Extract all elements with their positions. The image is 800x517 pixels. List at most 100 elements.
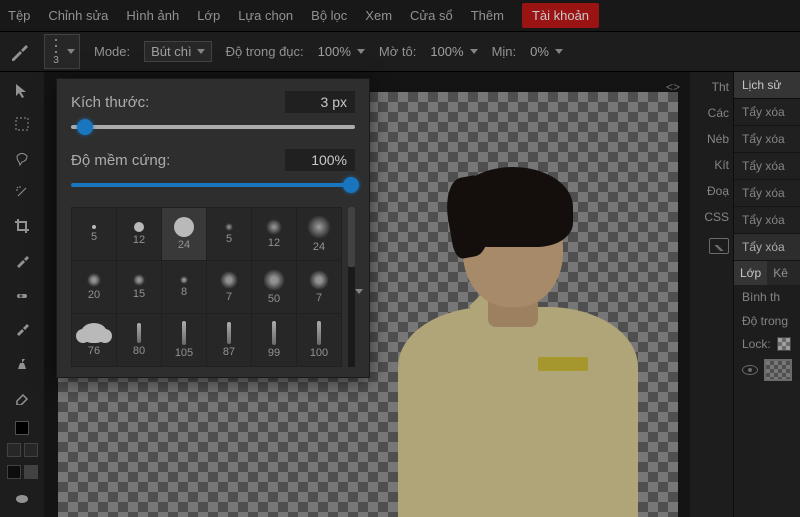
history-item[interactable]: Tẩy xóa: [734, 153, 800, 180]
menu-more[interactable]: Thêm: [471, 8, 504, 23]
chevron-down-icon[interactable]: [470, 49, 478, 54]
move-tool[interactable]: [7, 76, 37, 104]
history-item[interactable]: Tẩy xóa: [734, 234, 800, 261]
brush-swatch-icon: [227, 322, 231, 344]
menu-edit[interactable]: Chỉnh sửa: [48, 8, 108, 23]
brush-swatch-icon: [133, 274, 145, 286]
eyedropper-tool[interactable]: [7, 246, 37, 274]
menu-file[interactable]: Tệp: [8, 8, 30, 23]
mini-panel[interactable]: Các: [708, 106, 729, 120]
crop-tool[interactable]: [7, 212, 37, 240]
marquee-tool[interactable]: [7, 110, 37, 138]
brush-size-indicator: 3: [53, 55, 59, 66]
scrollbar[interactable]: [348, 207, 355, 367]
menu-layer[interactable]: Lớp: [197, 8, 220, 23]
brush-preset[interactable]: 24: [297, 208, 341, 260]
brush-size-number: 24: [313, 241, 325, 253]
brush-size-number: 76: [88, 345, 100, 357]
history-item[interactable]: Tẩy xóa: [734, 126, 800, 153]
brush-preset[interactable]: 105: [162, 314, 206, 366]
embed-icon[interactable]: <>: [666, 80, 680, 94]
history-item[interactable]: Tẩy xóa: [734, 207, 800, 234]
tab-channels[interactable]: Kê: [767, 261, 800, 285]
brush-preset[interactable]: 12: [252, 208, 296, 260]
layer-opacity[interactable]: Độ trong: [734, 309, 800, 333]
brush-size-number: 80: [133, 345, 145, 357]
brush-size-number: 12: [133, 234, 145, 246]
menu-image[interactable]: Hình ảnh: [126, 8, 179, 23]
visibility-icon[interactable]: [742, 365, 758, 375]
brush-preset-grid: 512245122420158750776801058799100: [71, 207, 342, 367]
brush-preset[interactable]: 99: [252, 314, 296, 366]
brush-preset[interactable]: 76: [72, 314, 116, 366]
brush-size-number: 8: [181, 286, 187, 298]
mode-select[interactable]: Bút chì: [144, 41, 211, 62]
history-item[interactable]: Tẩy xóa: [734, 180, 800, 207]
brush-preset[interactable]: 7: [207, 261, 251, 313]
chevron-down-icon[interactable]: [357, 49, 365, 54]
brush-swatch-icon: [309, 270, 329, 290]
brush-preset[interactable]: 15: [117, 261, 161, 313]
tab-layers[interactable]: Lớp: [734, 261, 767, 285]
menu-view[interactable]: Xem: [365, 8, 392, 23]
layer-thumbnail[interactable]: [764, 359, 792, 381]
image-icon[interactable]: [709, 238, 729, 254]
brush-tool[interactable]: [7, 315, 37, 343]
brush-size-number: 24: [178, 239, 190, 251]
layer-row[interactable]: [734, 355, 800, 385]
tab-history[interactable]: Lịch sử: [734, 72, 800, 99]
hardness-input[interactable]: 100%: [285, 149, 355, 171]
brush-size-number: 15: [133, 288, 145, 300]
lock-transparency-icon[interactable]: [777, 337, 791, 351]
mini-panel[interactable]: Kít: [714, 158, 729, 172]
brush-preset[interactable]: 24: [162, 208, 206, 260]
clone-tool[interactable]: [7, 349, 37, 377]
right-panels: Tht Các Néb Kít Đoạ CSS Lịch sử Tẩy xóa …: [690, 72, 800, 517]
brush-preset[interactable]: 87: [207, 314, 251, 366]
brush-preset[interactable]: 20: [72, 261, 116, 313]
menu-select[interactable]: Lựa chọn: [238, 8, 293, 23]
menu-filter[interactable]: Bộ lọc: [311, 8, 347, 23]
hardness-slider[interactable]: [71, 177, 355, 193]
brush-preset[interactable]: 80: [117, 314, 161, 366]
mini-panel[interactable]: Néb: [707, 132, 729, 146]
opacity-value[interactable]: 100%: [318, 44, 351, 59]
mini-panel-strip: Tht Các Néb Kít Đoạ CSS: [690, 72, 734, 517]
size-input[interactable]: 3 px: [285, 91, 355, 113]
brush-size-number: 99: [268, 347, 280, 359]
color-swatches[interactable]: [15, 421, 29, 435]
shape-tool[interactable]: [7, 485, 37, 513]
wand-tool[interactable]: [7, 178, 37, 206]
healing-tool[interactable]: [7, 281, 37, 309]
brush-size-number: 50: [268, 293, 280, 305]
menu-bar: Tệp Chỉnh sửa Hình ảnh Lớp Lựa chọn Bộ l…: [0, 0, 800, 32]
size-slider[interactable]: [71, 119, 355, 135]
brush-preset-picker[interactable]: 3: [44, 34, 80, 69]
doc-thumbs[interactable]: [7, 443, 38, 457]
brush-size-number: 5: [91, 231, 97, 243]
lasso-tool[interactable]: [7, 144, 37, 172]
history-item[interactable]: Tẩy xóa: [734, 99, 800, 126]
chevron-down-icon[interactable]: [555, 49, 563, 54]
account-button[interactable]: Tài khoản: [522, 3, 599, 28]
eraser-tool[interactable]: [7, 383, 37, 411]
doc-thumbs-2[interactable]: [7, 465, 38, 479]
menu-window[interactable]: Cửa sổ: [410, 8, 453, 23]
hardness-label: Độ mềm cứng:: [71, 152, 170, 169]
brush-preset[interactable]: 5: [72, 208, 116, 260]
smooth-value[interactable]: 0%: [530, 44, 549, 59]
mini-panel[interactable]: Tht: [712, 80, 729, 94]
chevron-down-icon[interactable]: [355, 289, 363, 294]
mode-label: Mode:: [94, 44, 130, 59]
brush-preset[interactable]: 50: [252, 261, 296, 313]
blend-mode[interactable]: Bình th: [734, 285, 800, 309]
brush-preset[interactable]: 12: [117, 208, 161, 260]
mini-panel[interactable]: CSS: [704, 210, 729, 224]
brush-preset[interactable]: 8: [162, 261, 206, 313]
flow-value[interactable]: 100%: [430, 44, 463, 59]
brush-preset[interactable]: 5: [207, 208, 251, 260]
mini-panel[interactable]: Đoạ: [707, 184, 729, 198]
brush-preset[interactable]: 7: [297, 261, 341, 313]
brush-preset[interactable]: 100: [297, 314, 341, 366]
brush-swatch-icon: [174, 217, 194, 237]
